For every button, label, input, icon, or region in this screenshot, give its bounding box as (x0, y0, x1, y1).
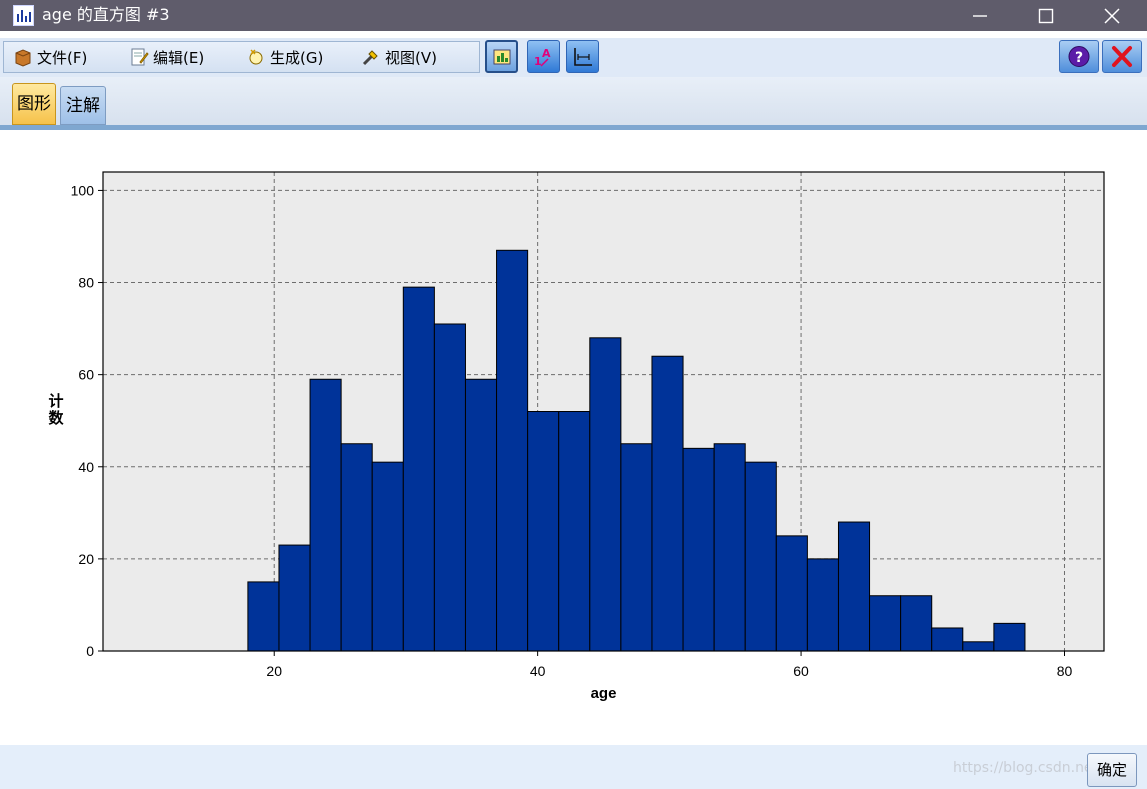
menu-file-label: 文件(F) (37, 49, 88, 67)
axis-edit-icon (574, 48, 592, 66)
y-tick-label: 20 (78, 551, 94, 567)
histogram-bar (713, 443, 746, 652)
histogram-bar (247, 581, 280, 652)
title-bar: age 的直方图 #3 (0, 0, 1147, 31)
histogram-bar (464, 378, 498, 652)
histogram-bar (869, 595, 902, 652)
file-icon (15, 49, 31, 67)
close-icon (1104, 8, 1120, 24)
explore-mode-icon (493, 49, 511, 65)
histogram-bar (496, 249, 529, 652)
histogram-bar (371, 461, 404, 652)
histogram-bar (900, 595, 933, 652)
histogram-bar (993, 622, 1026, 652)
y-tick-label: 40 (78, 459, 94, 475)
y-axis-label: 计数 (48, 392, 64, 427)
edit-icon (131, 48, 149, 66)
histogram-bar (433, 323, 466, 652)
histogram-bar (589, 337, 622, 652)
tab-graph[interactable]: 图形 (12, 83, 56, 125)
view-icon (362, 50, 378, 66)
histogram-bar (837, 521, 871, 652)
help-button[interactable]: ? (1059, 40, 1099, 73)
close-icon (1112, 46, 1132, 67)
bar-chart-icon (13, 5, 34, 26)
close-dialog-button[interactable] (1102, 40, 1142, 73)
maximize-button[interactable] (1023, 0, 1069, 31)
histogram-bar (682, 447, 715, 652)
menu-edit[interactable]: 编辑(E) (129, 47, 204, 69)
menu-edit-label: 编辑(E) (153, 49, 205, 67)
tab-strip (0, 77, 1147, 125)
histogram-bar (402, 286, 435, 652)
x-axis-label: age (591, 685, 617, 702)
window-title: age 的直方图 #3 (42, 5, 170, 24)
histogram-bar (309, 378, 342, 652)
y-tick-label: 80 (78, 275, 94, 291)
generate-icon (249, 49, 263, 65)
histogram-bar (931, 627, 964, 652)
close-window-button[interactable] (1089, 0, 1135, 31)
y-tick-label: 60 (78, 367, 94, 383)
svg-text:1: 1 (534, 55, 542, 68)
ok-button[interactable]: 确定 (1087, 753, 1137, 787)
histogram-bar (527, 411, 560, 652)
maximize-icon (1038, 8, 1054, 24)
minimize-button[interactable] (957, 0, 1003, 31)
histogram-bar (744, 461, 777, 652)
histogram-bar (340, 443, 373, 652)
histogram-bar (962, 641, 995, 652)
tab-annotation[interactable]: 注解 (60, 86, 106, 125)
svg-text:?: ? (1075, 50, 1083, 66)
help-icon: ? (1068, 46, 1090, 67)
menu-view[interactable]: 视图(V) (361, 47, 437, 69)
label-edit-button[interactable]: 1A (527, 40, 560, 73)
explore-mode-button[interactable] (485, 40, 518, 73)
histogram-bar (278, 544, 311, 652)
x-tick-label: 80 (1057, 663, 1073, 679)
y-tick-label: 100 (71, 182, 95, 198)
x-tick-label: 40 (530, 663, 546, 679)
y-axis-label-char: 数 (48, 409, 64, 427)
label-edit-icon: 1A (534, 47, 551, 68)
menu-view-label: 视图(V) (385, 49, 437, 67)
histogram-bar (806, 558, 839, 652)
histogram-bar (558, 411, 591, 652)
x-tick-label: 60 (793, 663, 809, 679)
histogram-bar (775, 535, 808, 652)
y-axis-label-char: 计 (48, 392, 63, 410)
menu-file[interactable]: 文件(F) (13, 47, 87, 69)
y-tick-label: 0 (86, 643, 94, 659)
minimize-icon (973, 15, 987, 17)
menu-generate[interactable]: 生成(G) (246, 47, 323, 69)
histogram-bar (620, 443, 653, 652)
menu-generate-label: 生成(G) (270, 49, 324, 67)
svg-text:A: A (542, 47, 551, 60)
histogram-bar (651, 355, 684, 652)
axis-edit-button[interactable] (566, 40, 599, 73)
x-tick-label: 20 (266, 663, 282, 679)
histogram-chart: 0 20 40 60 80 100 20 40 60 80 age 计数 (48, 171, 1105, 702)
